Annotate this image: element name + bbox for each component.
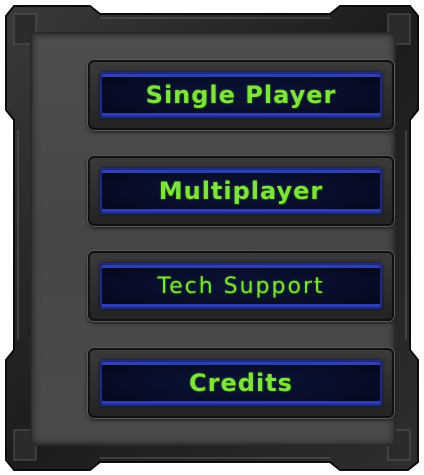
single-player-button[interactable]: Single Player	[88, 60, 394, 130]
multiplayer-label: Multiplayer	[158, 177, 324, 205]
credits-button[interactable]: Credits	[88, 348, 394, 418]
button-face: Tech Support	[100, 263, 382, 309]
tech-support-label: Tech Support	[157, 273, 325, 299]
button-face: Credits	[100, 360, 382, 406]
button-face: Single Player	[100, 72, 382, 118]
single-player-label: Single Player	[145, 81, 337, 109]
multiplayer-button[interactable]: Multiplayer	[88, 156, 394, 226]
tech-support-button[interactable]: Tech Support	[88, 251, 394, 321]
credits-label: Credits	[189, 369, 293, 397]
button-face: Multiplayer	[100, 168, 382, 214]
